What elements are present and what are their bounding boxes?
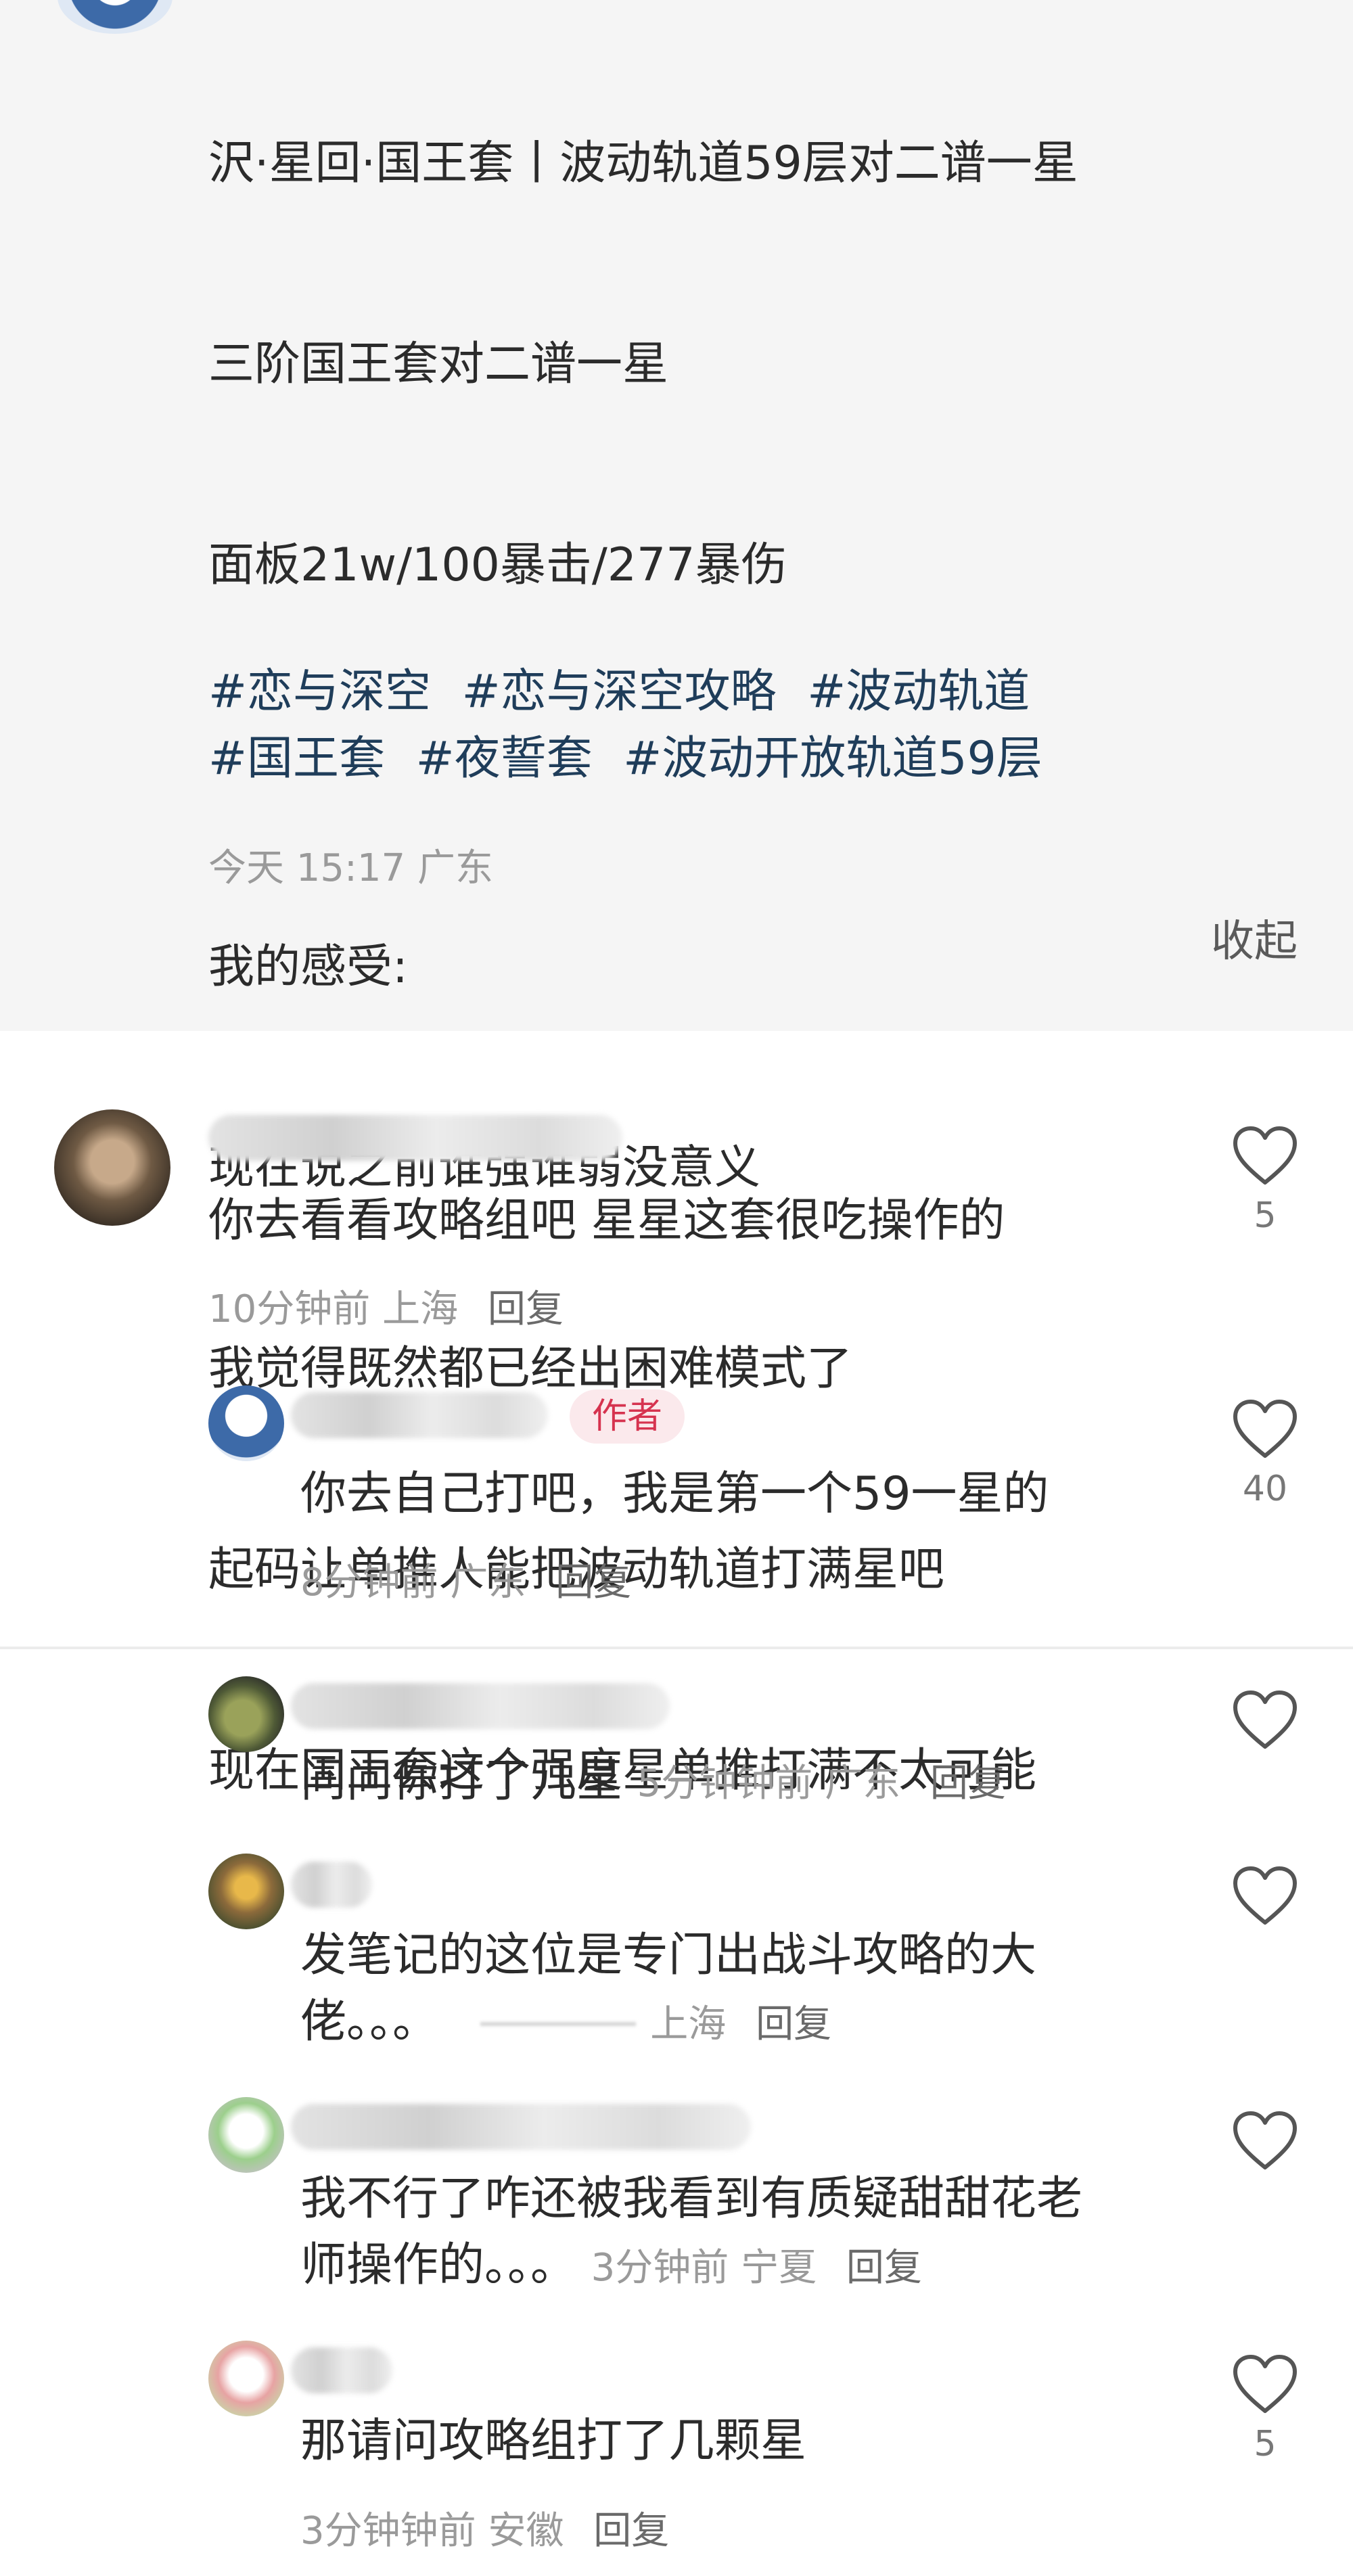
comment-meta: 3分钟前 宁夏 回复 [591,2246,922,2290]
reply-button[interactable]: 回复 [555,1561,631,1605]
hashtag[interactable]: #波动轨道 [807,665,1030,718]
author-reply-avatar[interactable] [208,1385,284,1461]
note-body: 沢·星回·国王套丨波动轨道59层对二谱一星 三阶国王套对二谱一星 面板21w/1… [0,0,1353,1797]
comment-text-content: 问问你打了几星 [300,1754,623,1808]
comment-time: 8分钟前 [300,1561,438,1605]
reply-button[interactable]: 回复 [756,2002,831,2046]
note-line: 三阶国王套对二谱一星 [208,338,669,391]
commenter-avatar[interactable] [208,1854,284,1929]
comment-text: 你去自己打吧，我是第一个59一星的 [300,1467,1049,1521]
heart-outline-icon [1233,1866,1297,1925]
note-line: 面板21w/100暴击/277暴伤 [208,538,787,592]
commenter-name-blurred[interactable] [291,1862,372,1908]
comment-location: 广东 [450,1561,526,1605]
like-button[interactable]: 5 [1224,1124,1306,1239]
comment-location: 上海 [382,1287,459,1331]
like-count: 5 [1254,1195,1277,1236]
like-button[interactable] [1224,2109,1306,2171]
comment-text: 问问你打了几星 5分钟钟前 广东 回复 [300,1748,1006,1817]
comment-location: 上海 [650,2002,727,2046]
like-count: 5 [1254,2424,1277,2464]
commenter-name-blurred[interactable] [291,1683,670,1729]
comment-location: 安徽 [488,2509,564,2553]
reply-button[interactable]: 回复 [593,2509,669,2553]
commenter-name-blurred[interactable] [291,2347,392,2393]
hashtag[interactable]: #恋与深空 [208,665,431,718]
comment-text-line: 我不行了咋还被我看到有质疑甜甜花老 [300,2172,1083,2226]
commenter-avatar[interactable] [208,1676,284,1752]
reply-button[interactable]: 回复 [846,2246,922,2290]
hashtag[interactable]: #波动开放轨道59层 [623,732,1042,785]
heart-outline-icon [1233,2111,1297,2169]
comment-meta: 8分钟前 广东 回复 [300,1552,631,1607]
heart-outline-icon [1233,1690,1297,1749]
comment-text: 发笔记的这位是专门出战斗攻略的大 佬。。。 上海 回复 [300,1923,1036,2058]
heart-outline-icon [1233,2355,1297,2413]
commenter-name-blurred[interactable] [291,2104,751,2150]
comment-divider [0,1647,1353,1649]
reply-button[interactable]: 回复 [930,1762,1006,1806]
comment-location: 广东 [825,1762,901,1806]
comment-location: 宁夏 [741,2246,817,2290]
comment-text-line: 师操作的。。。 3分钟前 宁夏 回复 [300,2238,922,2292]
author-badge: 作者 [570,1389,685,1444]
hashtag[interactable]: #夜誓套 [416,732,593,785]
blurred-time [480,2022,636,2027]
hashtag-list: #恋与深空 #恋与深空攻略 #波动轨道 #国王套 #夜誓套 #波动开放轨道59层 [208,658,1257,792]
comment-meta: 5分钟钟前 广东 回复 [637,1762,1006,1806]
like-count: 40 [1242,1469,1288,1509]
comment-time: 10分钟前 [208,1287,371,1331]
author-avatar[interactable] [58,0,173,34]
note-line: 沢·星回·国王套丨波动轨道59层对二谱一星 [208,137,1078,190]
comment-text-line: 发笔记的这位是专门出战斗攻略的大 [300,1929,1037,1982]
comment-text-line: 佬。。。 上海 回复 [300,1995,832,2048]
comment-text: 你去看看攻略组吧 星星这套很吃操作的 [208,1194,1005,1247]
heart-outline-icon [1233,1126,1297,1184]
commenter-avatar[interactable] [208,2341,284,2416]
collapse-button[interactable]: 收起 [1211,906,1298,969]
comment-time: 3分钟钟前 [300,2509,476,2553]
comment-text: 我不行了咋还被我看到有质疑甜甜花老 师操作的。。。 3分钟前 宁夏 回复 [300,2166,1082,2301]
post-timestamp-location: 今天 15:17 广东 [208,846,493,890]
comment-meta: 上海 回复 [650,2002,831,2046]
note-line: 我的感受: [208,940,408,994]
like-button[interactable] [1224,1688,1306,1751]
heart-outline-icon [1233,1400,1297,1458]
like-button[interactable]: 40 [1224,1398,1306,1513]
comment-time: 5分钟钟前 [637,1762,813,1806]
comment-meta: 3分钟钟前 安徽 回复 [300,2500,669,2555]
commenter-name-blurred[interactable] [291,1392,548,1438]
reply-button[interactable]: 回复 [488,1287,564,1331]
comment-time: 3分钟前 [591,2246,729,2290]
commenter-name-blurred[interactable] [208,1115,622,1161]
comment-meta: 10分钟前 上海 回复 [208,1279,564,1333]
commenter-avatar[interactable] [208,2097,284,2173]
hashtag[interactable]: #国王套 [208,732,385,785]
like-button[interactable] [1224,1864,1306,1927]
like-button[interactable]: 5 [1224,2353,1306,2468]
comment-text: 那请问攻略组打了几颗星 [300,2414,807,2468]
hashtag[interactable]: #恋与深空攻略 [462,665,777,718]
commenter-avatar[interactable] [54,1109,170,1226]
